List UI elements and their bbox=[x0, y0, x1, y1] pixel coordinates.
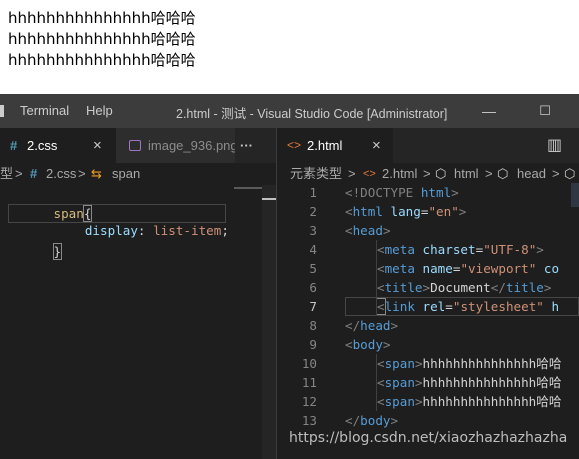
code-line-11: <span>hhhhhhhhhhhhhhh哈哈 bbox=[377, 375, 562, 390]
symbol-element-icon: ⬡ bbox=[497, 166, 509, 181]
chevron-right-icon: > bbox=[552, 166, 560, 181]
symbol-element-icon: ⬡ bbox=[564, 166, 576, 181]
code-line-5: <meta name="viewport" co bbox=[377, 261, 560, 276]
close-icon[interactable]: × bbox=[372, 128, 381, 163]
tab-label: image_936.png bbox=[148, 138, 235, 153]
tab-image-936[interactable]: image_936.png bbox=[116, 128, 235, 163]
breadcrumb-prefix[interactable]: 型 bbox=[0, 163, 13, 185]
vscode-window: Terminal Help 2.html - 测试 - Visual Studi… bbox=[0, 94, 579, 459]
title-bar: Terminal Help 2.html - 测试 - Visual Studi… bbox=[0, 94, 579, 128]
breadcrumb-symbol[interactable]: span bbox=[112, 163, 140, 185]
symbol-class-icon: ⇆ bbox=[91, 166, 102, 181]
chevron-right-icon: > bbox=[78, 166, 86, 181]
line-number: 11 bbox=[301, 375, 317, 390]
css-file-icon: # bbox=[30, 166, 38, 181]
line-number: 5 bbox=[309, 261, 317, 276]
code-line-2-current: display: list-item; bbox=[8, 204, 229, 238]
breadcrumb-html[interactable]: html bbox=[454, 163, 479, 185]
watermark-text: https://blog.csdn.net/xiaozhazhazhazha bbox=[289, 430, 568, 446]
code-line-12: <span>hhhhhhhhhhhhhhh哈哈 bbox=[377, 394, 562, 409]
menu-terminal[interactable]: Terminal bbox=[20, 103, 69, 118]
chevron-right-icon: > bbox=[15, 166, 23, 181]
code-line-7-current: <link rel="stylesheet" h bbox=[345, 297, 579, 316]
minimap[interactable] bbox=[234, 187, 262, 189]
breadcrumb-head[interactable]: head bbox=[517, 163, 546, 185]
html-file-icon: <> bbox=[287, 138, 302, 152]
more-actions-icon[interactable]: ··· bbox=[240, 128, 264, 163]
code-line-4: <meta charset="UTF-8"> bbox=[377, 242, 544, 257]
indent-guide bbox=[376, 240, 377, 316]
scrollbar-marker bbox=[262, 198, 276, 200]
line-number: 12 bbox=[301, 394, 317, 409]
code-line-8: </head> bbox=[345, 318, 399, 333]
html-file-icon: <> bbox=[363, 168, 376, 180]
line-number: 2 bbox=[309, 204, 317, 219]
code-line-6: <title>Document</title> bbox=[377, 280, 552, 295]
split-editor-icon[interactable]: ▥ bbox=[547, 128, 567, 163]
right-code-area[interactable]: 1 2 3 4 5 6 7 8 9 10 11 12 13 <!DOCTYPE … bbox=[277, 183, 579, 459]
line-number: 4 bbox=[309, 242, 317, 257]
minimize-button[interactable]: — bbox=[478, 100, 500, 122]
css-file-icon: # bbox=[10, 138, 18, 153]
indent-guide bbox=[376, 354, 377, 411]
line-number-current: 7 bbox=[309, 299, 317, 314]
line-number: 10 bbox=[301, 356, 317, 371]
symbol-element-icon: ⬡ bbox=[435, 166, 447, 181]
code-line-3: } bbox=[52, 243, 63, 260]
window-title: 2.html - 测试 - Visual Studio Code [Admini… bbox=[176, 107, 448, 121]
preview-text-line-2: hhhhhhhhhhhhhhh哈哈哈 bbox=[8, 30, 196, 48]
chevron-right-icon: > bbox=[485, 166, 493, 181]
tab-label: 2.html bbox=[307, 138, 343, 153]
line-number: 13 bbox=[301, 413, 317, 428]
left-code-area[interactable]: span{ display: list-item; } bbox=[0, 185, 276, 459]
left-tab-bar: # 2.css × image_936.png ··· bbox=[0, 128, 276, 163]
browser-preview: hhhhhhhhhhhhhhh哈哈哈 hhhhhhhhhhhhhhh哈哈哈 hh… bbox=[0, 0, 579, 94]
image-file-icon bbox=[129, 140, 141, 151]
line-number: 8 bbox=[309, 318, 317, 333]
line-number: 9 bbox=[309, 337, 317, 352]
code-line-1: <!DOCTYPE html> bbox=[345, 185, 459, 200]
menu-edge-fragment bbox=[0, 105, 4, 117]
preview-text-line-3: hhhhhhhhhhhhhhh哈哈哈 bbox=[8, 51, 196, 69]
line-number: 1 bbox=[309, 185, 317, 200]
maximize-button[interactable]: ☐ bbox=[534, 100, 556, 122]
chevron-right-icon: > bbox=[348, 166, 356, 181]
line-number: 6 bbox=[309, 280, 317, 295]
right-tab-bar: <> 2.html × ▥ bbox=[277, 128, 579, 163]
chevron-right-icon: > bbox=[423, 166, 431, 181]
code-line-1: span{ bbox=[53, 205, 93, 222]
left-breadcrumb: 型 > # 2.css > ⇆ span bbox=[0, 163, 276, 185]
code-line-10: <span>hhhhhhhhhhhhhhh哈哈 bbox=[377, 356, 562, 371]
close-icon[interactable]: × bbox=[93, 128, 102, 163]
code-line-13: </body> bbox=[345, 413, 399, 428]
vertical-scrollbar[interactable] bbox=[262, 185, 276, 459]
tab-2-html[interactable]: <> 2.html × bbox=[277, 128, 393, 163]
breadcrumb-file[interactable]: 2.html bbox=[382, 163, 417, 185]
code-line-2: <html lang="en"> bbox=[345, 204, 467, 219]
minimap-slider[interactable] bbox=[571, 183, 579, 207]
tab-label: 2.css bbox=[27, 138, 58, 153]
preview-text-line-1: hhhhhhhhhhhhhhh哈哈哈 bbox=[8, 9, 196, 27]
breadcrumb-root[interactable]: 元素类型 bbox=[290, 163, 342, 185]
code-line-9: <body> bbox=[345, 337, 391, 352]
menu-help[interactable]: Help bbox=[86, 103, 113, 118]
tab-2-css[interactable]: # 2.css × bbox=[0, 128, 116, 163]
right-breadcrumb: 元素类型 > <> 2.html > ⬡ html > ⬡ head > ⬡ bbox=[290, 163, 579, 185]
line-number: 3 bbox=[309, 223, 317, 238]
code-line-3: <head> bbox=[345, 223, 391, 238]
breadcrumb-file[interactable]: 2.css bbox=[46, 163, 76, 185]
